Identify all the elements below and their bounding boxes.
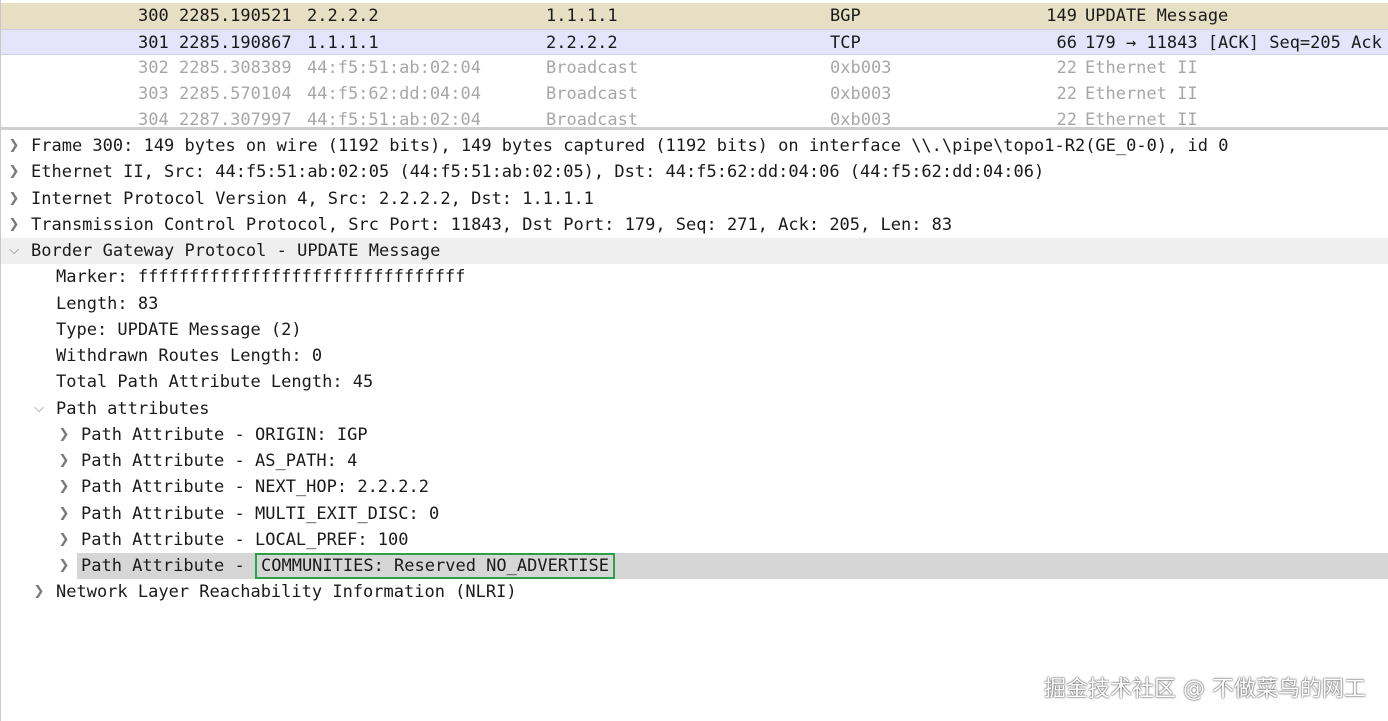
packet-protocol: TCP: [830, 33, 861, 53]
packet-length: 22: [1056, 58, 1077, 78]
tree-item-label: Marker: ffffffffffffffffffffffffffffffff: [56, 267, 466, 287]
packet-number: 303: [138, 84, 169, 104]
tree-item-label: Length: 83: [56, 294, 159, 314]
tree-item-type[interactable]: Type: UPDATE Message (2): [1, 317, 1388, 343]
tree-item-ethernet[interactable]: ❯ Ethernet II, Src: 44:f5:51:ab:02:05 (4…: [1, 159, 1388, 185]
packet-row[interactable]: 300 2285.190521 2.2.2.2 1.1.1.1 BGP 149 …: [1, 3, 1388, 29]
packet-number: 300: [138, 6, 169, 26]
packet-number: 301: [138, 33, 169, 53]
packet-destination: Broadcast: [546, 58, 639, 78]
chevron-right-icon[interactable]: ❯: [57, 527, 71, 553]
tree-item-label: Ethernet II, Src: 44:f5:51:ab:02:05 (44:…: [31, 162, 1045, 182]
packet-detail-tree[interactable]: ❯ Frame 300: 149 bytes on wire (1192 bit…: [0, 130, 1388, 721]
tree-item-label: Path Attribute - MULTI_EXIT_DISC: 0: [81, 504, 440, 524]
chevron-down-icon[interactable]: ⌵: [7, 238, 21, 264]
packet-destination: 1.1.1.1: [546, 6, 618, 26]
tree-item-label: Transmission Control Protocol, Src Port:…: [31, 215, 953, 235]
tree-item-path-attr-origin[interactable]: ❯ Path Attribute - ORIGIN: IGP: [1, 422, 1388, 448]
chevron-right-icon[interactable]: ❯: [57, 474, 71, 500]
chevron-right-icon[interactable]: ❯: [57, 448, 71, 474]
packet-length: 149: [1046, 6, 1077, 26]
packet-length: 66: [1056, 33, 1077, 53]
packet-source: 44:f5:62:dd:04:04: [307, 84, 481, 104]
tree-item-nlri[interactable]: ❯ Network Layer Reachability Information…: [1, 579, 1388, 605]
packet-time: 2285.570104: [179, 84, 292, 104]
chevron-right-icon[interactable]: ❯: [57, 501, 71, 527]
tree-item-marker[interactable]: Marker: ffffffffffffffffffffffffffffffff: [1, 264, 1388, 290]
packet-info: Ethernet II: [1085, 84, 1198, 104]
chevron-down-icon[interactable]: ⌵: [32, 396, 46, 422]
tree-item-label: Type: UPDATE Message (2): [56, 320, 302, 340]
packet-protocol: 0xb003: [830, 84, 892, 104]
tree-item-path-attr-med[interactable]: ❯ Path Attribute - MULTI_EXIT_DISC: 0: [1, 501, 1388, 527]
packet-row[interactable]: 303 2285.570104 44:f5:62:dd:04:04 Broadc…: [1, 81, 1388, 107]
tree-item-path-attr-local-pref[interactable]: ❯ Path Attribute - LOCAL_PREF: 100: [1, 527, 1388, 553]
packet-info: Ethernet II: [1085, 58, 1198, 78]
chevron-right-icon[interactable]: ❯: [7, 159, 21, 185]
packet-list[interactable]: 300 2285.190521 2.2.2.2 1.1.1.1 BGP 149 …: [0, 0, 1388, 127]
packet-time: 2285.190521: [179, 6, 292, 26]
packet-time: 2285.190867: [179, 33, 292, 53]
packet-time: 2287.307997: [179, 110, 292, 127]
packet-protocol: 0xb003: [830, 110, 892, 127]
watermark: 掘金技术社区 @ 不做菜鸟的网工: [1044, 677, 1366, 702]
packet-source: 1.1.1.1: [307, 33, 379, 53]
tree-item-label: Path Attribute - NEXT_HOP: 2.2.2.2: [81, 477, 429, 497]
tree-item-path-attr-next-hop[interactable]: ❯ Path Attribute - NEXT_HOP: 2.2.2.2: [1, 474, 1388, 500]
communities-highlight-box: COMMUNITIES: Reserved NO_ADVERTISE: [255, 553, 615, 579]
packet-number: 304: [138, 110, 169, 127]
packet-protocol: BGP: [830, 6, 861, 26]
tree-item-tcp[interactable]: ❯ Transmission Control Protocol, Src Por…: [1, 212, 1388, 238]
tree-item-label: Network Layer Reachability Information (…: [56, 582, 517, 602]
packet-destination: Broadcast: [546, 110, 639, 127]
tree-item-label: Path Attribute - AS_PATH: 4: [81, 451, 358, 471]
tree-item-path-attributes[interactable]: ⌵ Path attributes: [1, 396, 1388, 422]
chevron-right-icon[interactable]: ❯: [57, 422, 71, 448]
wireshark-window: 300 2285.190521 2.2.2.2 1.1.1.1 BGP 149 …: [0, 0, 1388, 721]
packet-length: 22: [1056, 84, 1077, 104]
packet-row[interactable]: 304 2287.307997 44:f5:51:ab:02:04 Broadc…: [1, 107, 1388, 127]
packet-number: 302: [138, 58, 169, 78]
tree-item-label: Path Attribute - LOCAL_PREF: 100: [81, 530, 409, 550]
tree-item-path-attr-communities[interactable]: ❯ Path Attribute - COMMUNITIES: Reserved…: [1, 553, 1388, 579]
packet-time: 2285.308389: [179, 58, 292, 78]
tree-item-label: Total Path Attribute Length: 45: [56, 372, 374, 392]
packet-row[interactable]: 302 2285.308389 44:f5:51:ab:02:04 Broadc…: [1, 55, 1388, 81]
packet-protocol: 0xb003: [830, 58, 892, 78]
chevron-right-icon[interactable]: ❯: [32, 579, 46, 605]
tree-item-label: Withdrawn Routes Length: 0: [56, 346, 323, 366]
packet-destination: 2.2.2.2: [546, 33, 618, 53]
tree-item-label: Internet Protocol Version 4, Src: 2.2.2.…: [31, 189, 594, 209]
tree-item-label: Path Attribute - COMMUNITIES: Reserved N…: [81, 553, 615, 579]
tree-item-bgp[interactable]: ⌵ Border Gateway Protocol - UPDATE Messa…: [1, 238, 1388, 264]
packet-length: 22: [1056, 110, 1077, 127]
packet-info: Ethernet II: [1085, 110, 1198, 127]
tree-item-length[interactable]: Length: 83: [1, 291, 1388, 317]
packet-destination: Broadcast: [546, 84, 639, 104]
packet-row[interactable]: 301 2285.190867 1.1.1.1 2.2.2.2 TCP 66 1…: [1, 29, 1388, 55]
packet-source: 44:f5:51:ab:02:04: [307, 58, 481, 78]
tree-item-label: Border Gateway Protocol - UPDATE Message: [31, 241, 441, 261]
tree-item-label: Path attributes: [56, 399, 210, 419]
chevron-right-icon[interactable]: ❯: [7, 133, 21, 159]
tree-item-label: Frame 300: 149 bytes on wire (1192 bits)…: [31, 136, 1229, 156]
chevron-right-icon[interactable]: ❯: [57, 553, 71, 579]
tree-item-path-attr-as-path[interactable]: ❯ Path Attribute - AS_PATH: 4: [1, 448, 1388, 474]
packet-source: 44:f5:51:ab:02:04: [307, 110, 481, 127]
packet-info: 179 → 11843 [ACK] Seq=205 Ack: [1085, 33, 1382, 53]
chevron-right-icon[interactable]: ❯: [7, 186, 21, 212]
tree-item-withdrawn-length[interactable]: Withdrawn Routes Length: 0: [1, 343, 1388, 369]
tree-item-total-path-attr-length[interactable]: Total Path Attribute Length: 45: [1, 369, 1388, 395]
tree-item-ip[interactable]: ❯ Internet Protocol Version 4, Src: 2.2.…: [1, 186, 1388, 212]
communities-prefix: Path Attribute -: [81, 556, 255, 576]
packet-source: 2.2.2.2: [307, 6, 379, 26]
packet-info: UPDATE Message: [1085, 6, 1229, 26]
chevron-right-icon[interactable]: ❯: [7, 212, 21, 238]
tree-item-label: Path Attribute - ORIGIN: IGP: [81, 425, 368, 445]
tree-item-frame[interactable]: ❯ Frame 300: 149 bytes on wire (1192 bit…: [1, 133, 1388, 159]
